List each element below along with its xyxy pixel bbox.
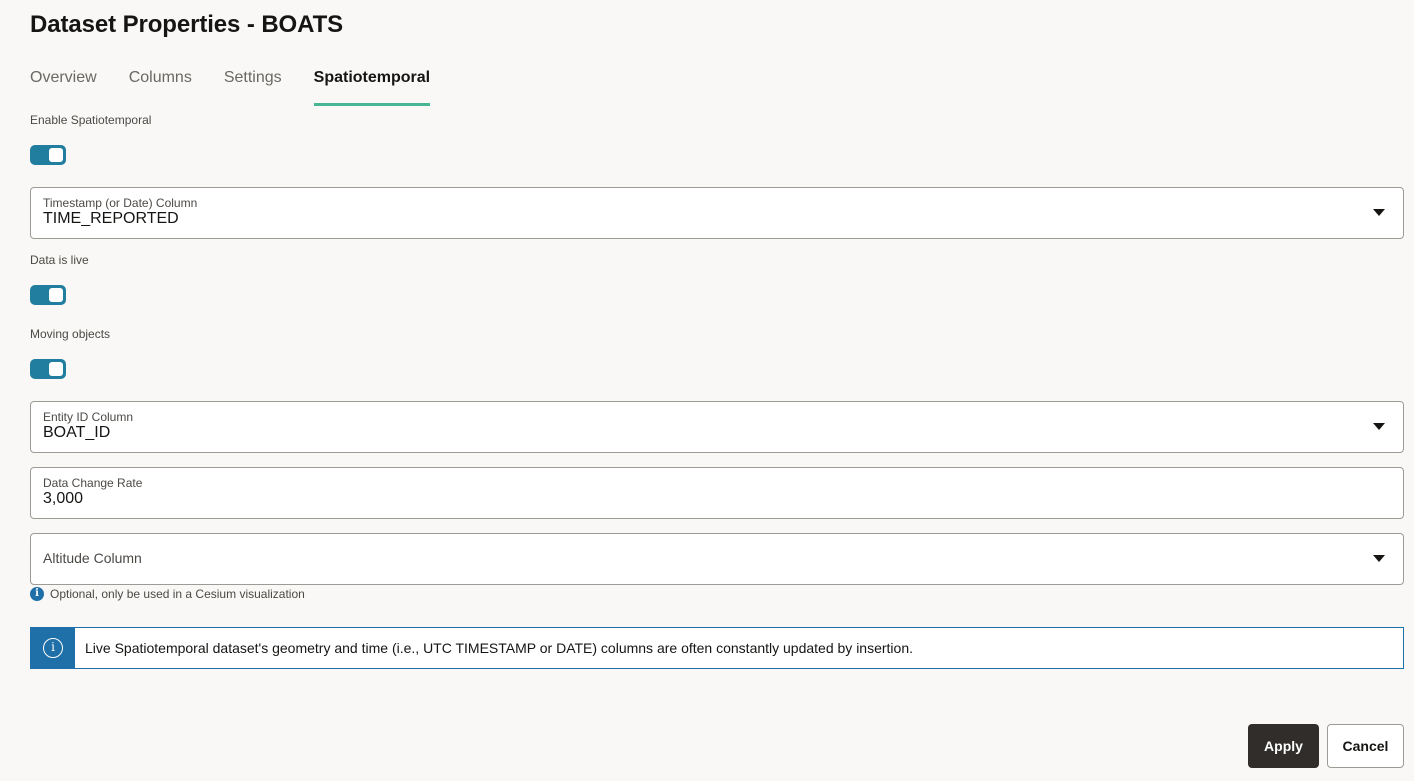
data-change-rate-input[interactable]: Data Change Rate 3,000 [30, 467, 1404, 519]
entity-id-column-label: Entity ID Column [43, 410, 134, 424]
altitude-hint-text: Optional, only be used in a Cesium visua… [50, 587, 305, 601]
chevron-down-icon [1373, 555, 1385, 562]
data-is-live-toggle[interactable] [30, 285, 66, 305]
altitude-column-placeholder: Altitude Column [43, 550, 142, 566]
dataset-properties-dialog: Dataset Properties - BOATS Overview Colu… [0, 0, 1414, 781]
tab-spatiotemporal[interactable]: Spatiotemporal [313, 68, 431, 106]
entity-id-column-select[interactable]: Entity ID Column BOAT_ID [30, 401, 1404, 453]
chevron-down-icon [1373, 423, 1385, 430]
tab-settings[interactable]: Settings [224, 68, 282, 106]
toggle-knob [49, 288, 63, 302]
moving-objects-toggle[interactable] [30, 359, 66, 379]
tab-columns[interactable]: Columns [129, 68, 192, 106]
info-banner: i Live Spatiotemporal dataset's geometry… [30, 627, 1404, 669]
moving-objects-label: Moving objects [30, 327, 111, 341]
timestamp-column-label: Timestamp (or Date) Column [43, 196, 198, 210]
chevron-down-icon [1373, 209, 1385, 216]
toggle-knob [49, 148, 63, 162]
enable-spatiotemporal-toggle[interactable] [30, 145, 66, 165]
toggle-knob [49, 362, 63, 376]
tab-bar: Overview Columns Settings Spatiotemporal [30, 68, 462, 106]
data-change-rate-label: Data Change Rate [43, 476, 143, 490]
enable-spatiotemporal-label: Enable Spatiotemporal [30, 113, 152, 127]
data-change-rate-value: 3,000 [43, 490, 84, 507]
tab-overview[interactable]: Overview [30, 68, 97, 106]
banner-icon-area: i [31, 628, 75, 668]
info-icon: i [30, 587, 44, 601]
altitude-column-select[interactable]: Altitude Column [30, 533, 1404, 585]
cancel-button[interactable]: Cancel [1327, 724, 1404, 768]
data-is-live-label: Data is live [30, 253, 89, 267]
timestamp-column-select[interactable]: Timestamp (or Date) Column TIME_REPORTED [30, 187, 1404, 239]
timestamp-column-value: TIME_REPORTED [43, 210, 179, 227]
page-title: Dataset Properties - BOATS [30, 11, 344, 38]
info-banner-text: Live Spatiotemporal dataset's geometry a… [85, 640, 914, 656]
entity-id-column-value: BOAT_ID [43, 424, 111, 441]
info-icon: i [43, 638, 63, 658]
apply-button[interactable]: Apply [1248, 724, 1319, 768]
altitude-hint: i Optional, only be used in a Cesium vis… [30, 587, 305, 601]
